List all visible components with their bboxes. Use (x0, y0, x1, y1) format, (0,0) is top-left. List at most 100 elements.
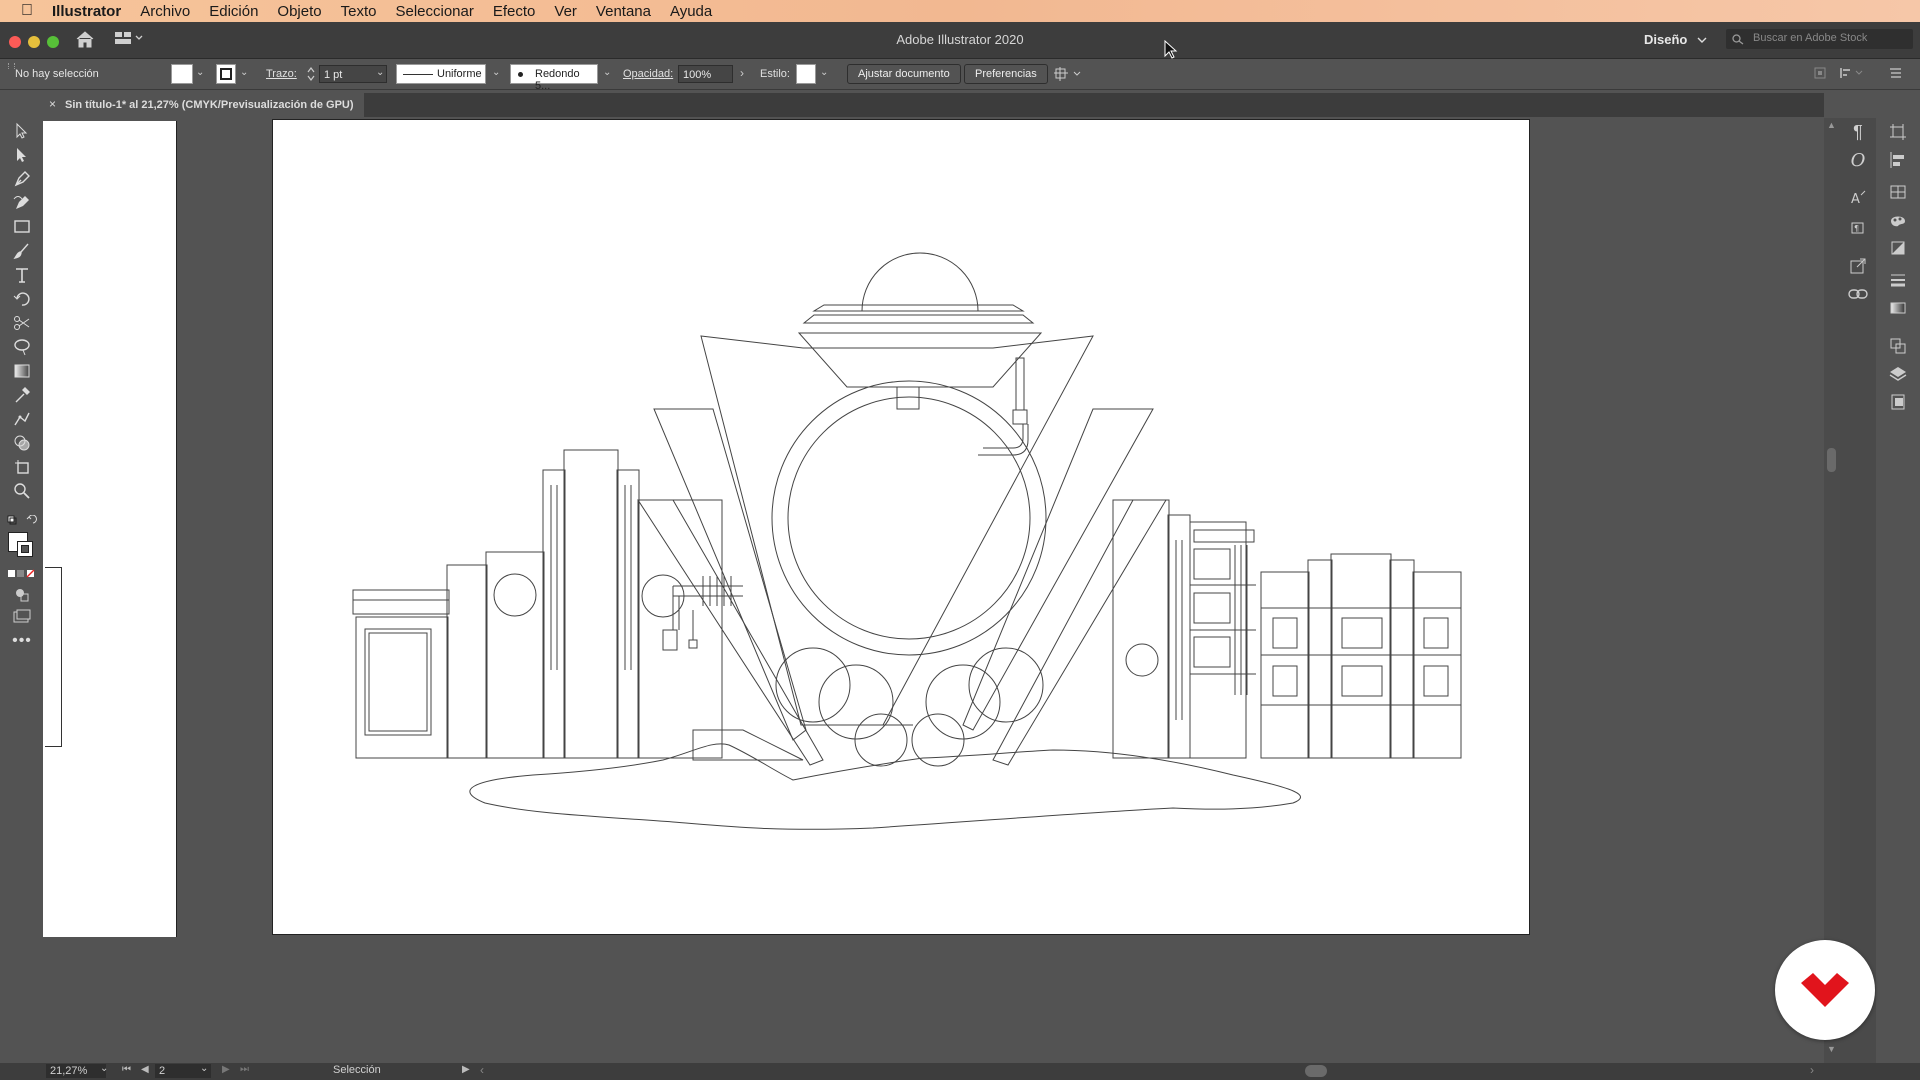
rectangle-tool[interactable] (2, 216, 42, 238)
menu-ventana[interactable]: Ventana (596, 3, 651, 20)
lasso-tool[interactable] (2, 336, 42, 358)
brand-logo (1775, 940, 1875, 1040)
close-tab-icon[interactable]: × (49, 97, 56, 111)
vertical-scrollbar[interactable]: ▲ ▼ (1824, 118, 1840, 1063)
stroke-label[interactable]: Trazo: (266, 68, 297, 80)
paragraph-icon[interactable]: ¶ (1840, 118, 1876, 146)
menu-texto[interactable]: Texto (341, 3, 377, 20)
scroll-down-icon[interactable]: ▼ (1827, 1044, 1836, 1054)
isolate-icon[interactable] (1814, 67, 1826, 79)
document-tab[interactable]: × Sin título-1* al 21,27% (CMYK/Previsua… (43, 93, 364, 117)
menu-ayuda[interactable]: Ayuda (670, 3, 712, 20)
puppet-warp-tool[interactable] (2, 408, 42, 430)
workspace-switcher[interactable]: Diseño (1644, 32, 1687, 47)
transform-icon[interactable] (1880, 118, 1916, 146)
gradient-panel-icon[interactable] (1880, 294, 1916, 322)
document-tab-title: Sin título-1* al 21,27% (CMYK/Previsuali… (65, 99, 354, 111)
draw-mode-icon[interactable] (15, 588, 29, 602)
menu-efecto[interactable]: Efecto (493, 3, 536, 20)
chevron-down-icon[interactable]: ⌄ (820, 67, 828, 78)
preferences-button[interactable]: Preferencias (964, 64, 1048, 84)
scroll-right-icon[interactable]: › (1810, 1063, 1814, 1077)
stroke-swatch[interactable] (216, 64, 236, 84)
align-icon[interactable] (1840, 67, 1866, 79)
menu-objeto[interactable]: Objeto (277, 3, 321, 20)
paragraph-styles-icon[interactable]: ¶ (1840, 212, 1876, 240)
more-tools-icon[interactable]: ••• (2, 632, 42, 650)
chevron-down-icon[interactable]: ⌄ (603, 67, 611, 78)
chevron-down-icon[interactable]: ⌄ (100, 1063, 108, 1074)
artboard-tool[interactable] (2, 456, 42, 478)
opentype-icon[interactable]: O (1840, 146, 1876, 174)
opacity-label[interactable]: Opacidad: (623, 68, 673, 80)
zoom-tool[interactable] (2, 480, 42, 502)
chevron-right-icon[interactable]: › (740, 66, 744, 80)
stroke-profile-select[interactable]: Uniforme (396, 64, 486, 84)
stepper-icon[interactable] (307, 66, 315, 82)
links-icon[interactable] (1840, 280, 1876, 308)
color-mode-icons[interactable] (7, 569, 37, 579)
zoom-input[interactable]: 21,27% (46, 1064, 106, 1078)
chevron-down-icon[interactable]: ⌄ (240, 67, 248, 78)
default-colors-icon[interactable] (7, 515, 37, 527)
scroll-up-icon[interactable]: ▲ (1827, 120, 1836, 130)
export-icon[interactable] (1840, 252, 1876, 280)
character-styles-icon[interactable]: A (1840, 184, 1876, 212)
artwork-fragment (45, 567, 62, 747)
apple-icon[interactable]:  (16, 0, 38, 22)
horizontal-scroll-thumb[interactable] (1305, 1065, 1327, 1077)
scroll-left-icon[interactable]: ‹ (480, 1063, 484, 1077)
screen-mode-icon[interactable] (13, 609, 31, 623)
canvas-area[interactable] (43, 118, 1824, 1063)
appearance-icon[interactable] (1880, 234, 1916, 262)
gradient-tool[interactable] (2, 360, 42, 382)
type-tool[interactable] (2, 264, 42, 286)
pathfinder-icon[interactable] (1880, 332, 1916, 360)
first-artboard-icon[interactable]: ⏮ (122, 1064, 131, 1075)
fill-swatch[interactable] (171, 64, 193, 84)
align-panel-icon[interactable] (1880, 146, 1916, 174)
chevron-down-icon[interactable]: ⌄ (200, 1063, 208, 1074)
graphic-style-swatch[interactable] (796, 64, 816, 84)
arrange-icon[interactable] (1054, 66, 1084, 82)
menu-ver[interactable]: Ver (554, 3, 577, 20)
stroke-color-swatch[interactable] (17, 541, 33, 557)
ground-shape (469, 743, 1301, 830)
scroll-thumb[interactable] (1827, 448, 1836, 472)
chevron-down-icon[interactable]: ⌄ (492, 67, 500, 78)
menu-edicion[interactable]: Edición (209, 3, 258, 20)
rotate-tool[interactable] (2, 288, 42, 310)
menu-app[interactable]: Illustrator (52, 3, 121, 20)
paintbrush-tool[interactable] (2, 240, 42, 262)
status-menu-icon[interactable]: ▶ (462, 1064, 470, 1075)
layers-icon[interactable] (1880, 360, 1916, 388)
artboard-1[interactable] (43, 121, 177, 937)
swatches-icon[interactable] (1880, 178, 1916, 206)
previous-artboard-icon[interactable]: ◀ (141, 1064, 149, 1075)
chevron-down-icon[interactable] (1697, 36, 1707, 44)
pen-tool[interactable] (2, 168, 42, 190)
last-artboard-icon[interactable]: ⏭ (240, 1064, 249, 1075)
selection-tool[interactable] (2, 120, 42, 142)
search-placeholder: Buscar en Adobe Stock (1753, 32, 1868, 44)
stock-search-field[interactable]: Buscar en Adobe Stock (1726, 29, 1913, 49)
panel-column-2 (1880, 118, 1916, 1063)
color-icon[interactable] (1880, 206, 1916, 234)
chevron-down-icon[interactable]: ⌄ (376, 67, 384, 78)
menu-archivo[interactable]: Archivo (140, 3, 190, 20)
opacity-input[interactable]: 100% (678, 65, 733, 83)
shape-builder-tool[interactable] (2, 432, 42, 454)
scissors-tool[interactable] (2, 312, 42, 334)
chevron-down-icon[interactable]: ⌄ (196, 67, 204, 78)
eyedropper-tool[interactable] (2, 384, 42, 406)
brush-definition-select[interactable]: Redondo 5... (510, 64, 598, 92)
next-artboard-icon[interactable]: ▶ (222, 1064, 230, 1075)
stroke-panel-icon[interactable] (1880, 266, 1916, 294)
direct-selection-tool[interactable] (2, 144, 42, 166)
menu-lines-icon[interactable] (1890, 67, 1902, 79)
menu-seleccionar[interactable]: Seleccionar (395, 3, 473, 20)
adjust-document-button[interactable]: Ajustar documento (847, 64, 961, 84)
artboard-2[interactable] (272, 119, 1530, 935)
artboards-panel-icon[interactable] (1880, 388, 1916, 416)
curvature-tool[interactable] (2, 192, 42, 214)
